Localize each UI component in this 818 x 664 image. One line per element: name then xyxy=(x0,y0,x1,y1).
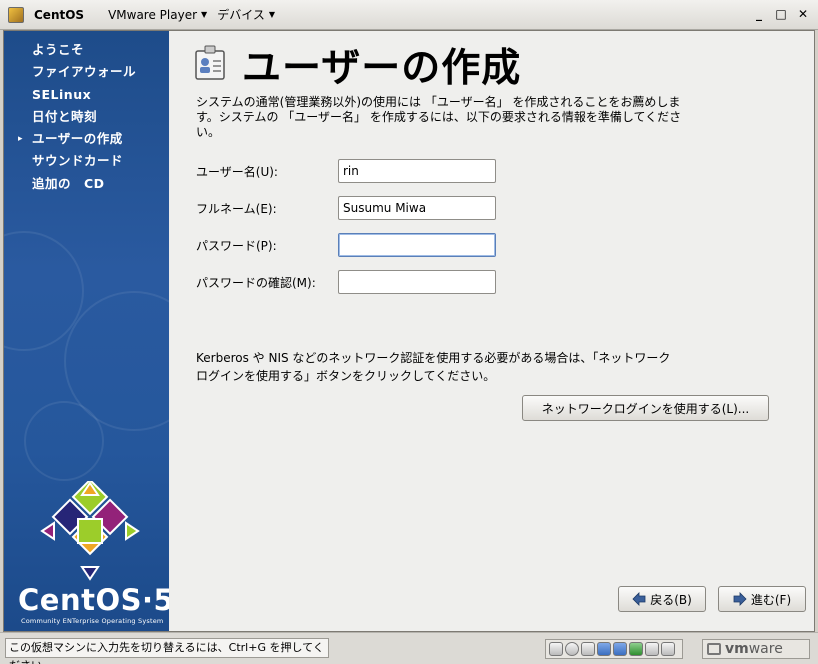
confirm-password-label: パスワードの確認(M): xyxy=(196,275,316,290)
forward-button[interactable]: 進む(F) xyxy=(718,586,806,612)
username-label: ユーザー名(U): xyxy=(196,164,278,179)
sidebar-item-sound: サウンドカード xyxy=(18,150,136,172)
close-icon[interactable]: ✕ xyxy=(796,7,810,21)
device-tray xyxy=(545,639,683,659)
page-description: システムの通常(管理業務以外)の使用には 「ユーザー名」 を作成されることをお薦… xyxy=(196,95,682,139)
confirm-password-input[interactable] xyxy=(338,270,496,294)
menu-devices-label: デバイス xyxy=(217,8,265,22)
usb-device-icon[interactable] xyxy=(613,642,627,656)
password-input[interactable] xyxy=(338,233,496,257)
fullname-row: フルネーム(E): xyxy=(196,196,496,220)
page-title: ユーザーの作成 xyxy=(242,46,522,91)
username-input[interactable] xyxy=(338,159,496,183)
status-message: この仮想マシンに入力先を切り替えるには、Ctrl+G を押してください。 xyxy=(5,638,329,664)
vmware-logo: vmware xyxy=(702,639,810,659)
menu-vmware-player-label: VMware Player xyxy=(108,7,198,22)
arrow-right-icon xyxy=(733,592,747,606)
current-step-arrow-icon: ▸ xyxy=(18,134,24,145)
network-login-description: Kerberos や NIS などのネットワーク認証を使用する必要がある場合は、… xyxy=(196,351,671,383)
fullname-label: フルネーム(E): xyxy=(196,201,277,216)
sidebar: ようこそ ファイアウォール SELinux 日付と時刻 ▸ ユーザーの作成 サウ… xyxy=(4,31,169,631)
steps-list: ようこそ ファイアウォール SELinux 日付と時刻 ▸ ユーザーの作成 サウ… xyxy=(18,39,136,195)
sidebar-item-create-user: ▸ ユーザーの作成 xyxy=(18,128,136,150)
cdrom-icon[interactable] xyxy=(565,642,579,656)
fullname-input[interactable] xyxy=(338,196,496,220)
network-login-button[interactable]: ネットワークログインを使用する(L)... xyxy=(522,395,769,421)
usb-device-icon[interactable] xyxy=(597,642,611,656)
back-button-label: 戻る(B) xyxy=(650,592,692,607)
network-login-button-label: ネットワークログインを使用する(L)... xyxy=(541,401,750,416)
vmware-logo-prefix: vm xyxy=(725,641,749,657)
centos-brand: CentOS·5 xyxy=(18,583,169,617)
vmware-logo-suffix: ware xyxy=(748,641,783,657)
centos-brand-tagline: Community ENTerprise Operating System xyxy=(21,617,164,625)
main-panel: ユーザーの作成 システムの通常(管理業務以外)の使用には 「ユーザー名」 を作成… xyxy=(170,31,814,631)
forward-button-label: 進む(F) xyxy=(750,592,792,607)
title-bar: CentOS VMware Player ▼ デバイス ▼ _ □ ✕ xyxy=(0,0,818,30)
sidebar-item-label: ようこそ xyxy=(32,42,85,57)
sidebar-item-label: SELinux xyxy=(32,86,92,102)
status-bar: この仮想マシンに入力先を切り替えるには、Ctrl+G を押してください。 vmw… xyxy=(0,632,818,664)
sidebar-item-label: ファイアウォール xyxy=(32,64,137,80)
window-title: CentOS xyxy=(34,7,85,22)
password-row: パスワード(P): xyxy=(196,233,496,257)
centos-logo-icon xyxy=(40,481,140,581)
back-button[interactable]: 戻る(B) xyxy=(618,586,706,612)
sidebar-item-label: 日付と時刻 xyxy=(32,108,98,124)
vmware-logo-icon xyxy=(707,643,721,655)
arrow-left-icon xyxy=(632,592,646,606)
maximize-icon[interactable]: □ xyxy=(774,7,788,21)
window-controls: _ □ ✕ xyxy=(752,7,810,21)
sound-icon[interactable] xyxy=(645,642,659,656)
network-icon[interactable] xyxy=(629,642,643,656)
chevron-down-icon: ▼ xyxy=(268,10,275,19)
sidebar-item-label: 追加の CD xyxy=(32,175,105,191)
guest-screen: ようこそ ファイアウォール SELinux 日付と時刻 ▸ ユーザーの作成 サウ… xyxy=(3,30,815,632)
username-row: ユーザー名(U): xyxy=(196,159,496,183)
menu-vmware-player[interactable]: VMware Player ▼ xyxy=(108,6,207,23)
menu-devices[interactable]: デバイス ▼ xyxy=(217,6,275,23)
decorative-swirl xyxy=(24,401,104,481)
sidebar-item-datetime: 日付と時刻 xyxy=(18,106,136,128)
sidebar-item-additional-cd: 追加の CD xyxy=(18,173,136,195)
vmware-app-icon xyxy=(8,6,24,23)
chevron-down-icon: ▼ xyxy=(201,10,208,19)
minimize-icon[interactable]: _ xyxy=(752,7,766,21)
vmware-logo-text: vmware xyxy=(725,641,783,657)
sidebar-item-welcome: ようこそ xyxy=(18,39,136,61)
sidebar-item-selinux: SELinux xyxy=(18,84,136,106)
sidebar-item-label: ユーザーの作成 xyxy=(32,131,123,147)
hard-disk-icon[interactable] xyxy=(549,642,563,656)
password-label: パスワード(P): xyxy=(196,238,277,253)
sidebar-item-label: サウンドカード xyxy=(32,153,124,169)
user-card-icon xyxy=(195,45,225,80)
message-log-icon[interactable] xyxy=(661,642,675,656)
confirm-password-row: パスワードの確認(M): xyxy=(196,270,496,294)
network-adapter-icon[interactable] xyxy=(581,642,595,656)
sidebar-item-firewall: ファイアウォール xyxy=(18,61,136,83)
title-menu: VMware Player ▼ デバイス ▼ xyxy=(108,6,275,23)
